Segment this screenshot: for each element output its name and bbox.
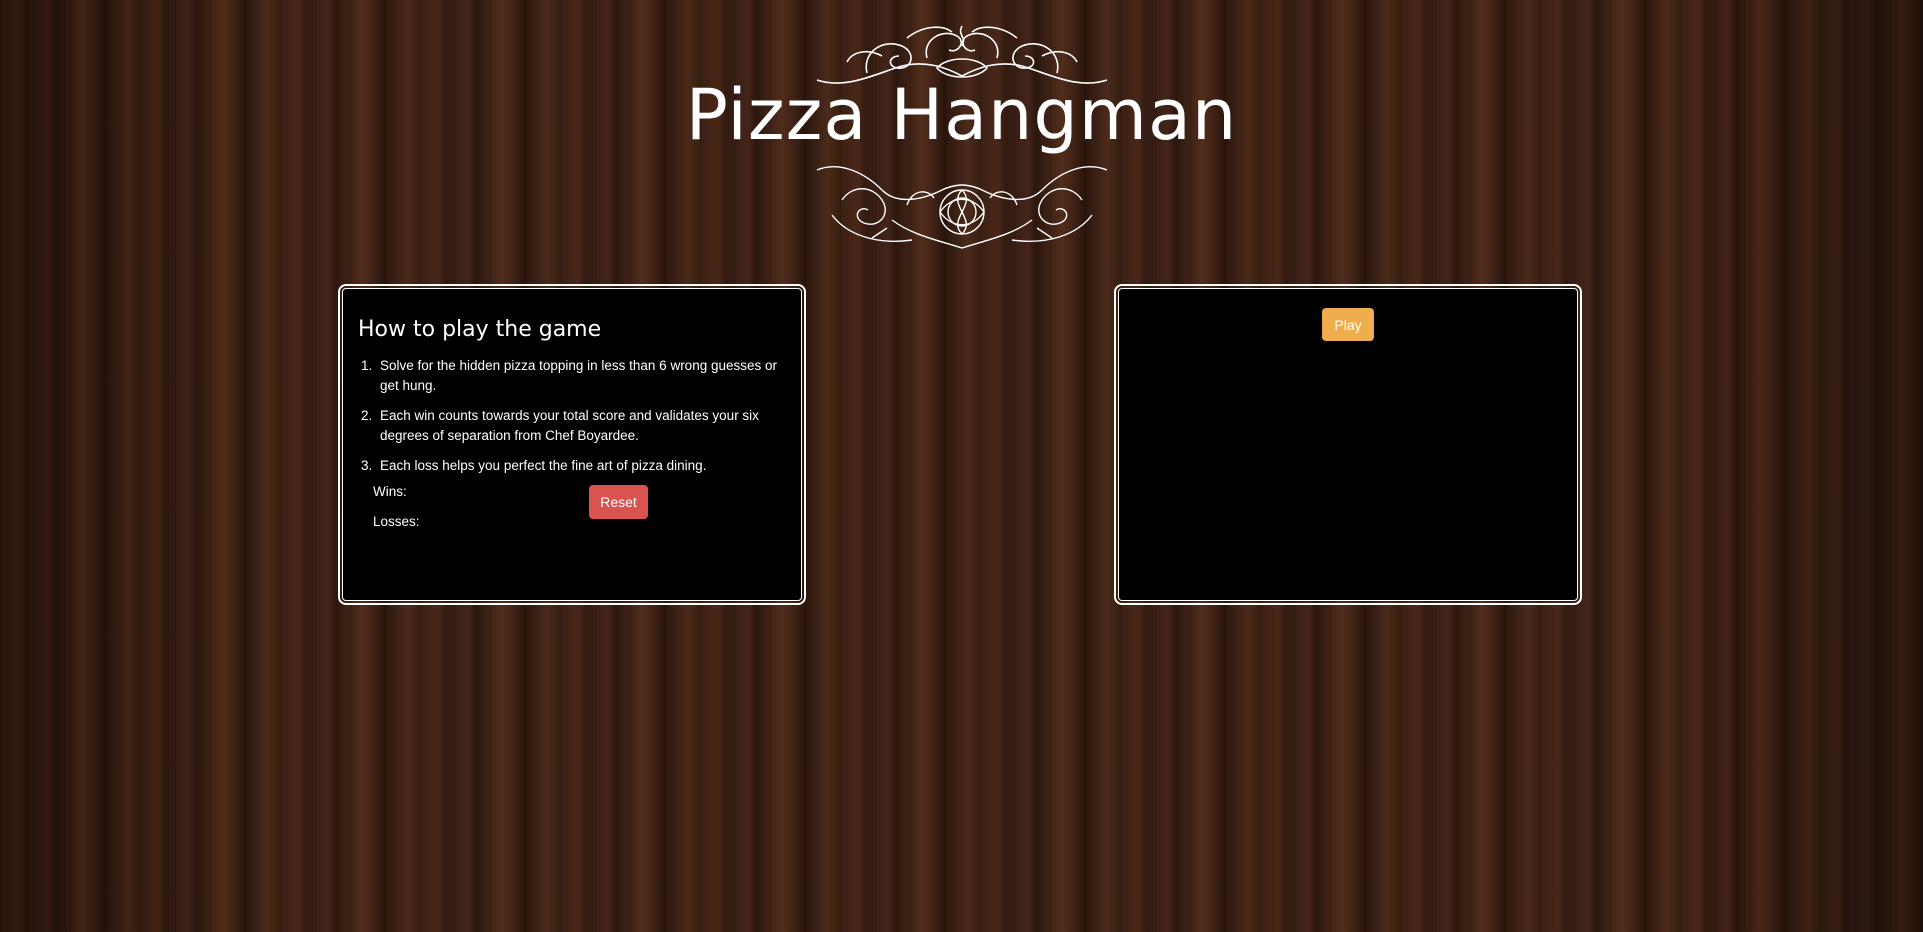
rule-item: 1. Solve for the hidden pizza topping in… xyxy=(361,356,791,396)
losses-label: Losses: xyxy=(373,514,420,529)
rule-item: 2. Each win counts towards your total sc… xyxy=(361,406,791,446)
wins-label: Wins: xyxy=(373,484,407,499)
instructions-panel: How to play the game 1. Solve for the hi… xyxy=(338,284,806,605)
reset-button[interactable]: Reset xyxy=(589,485,648,519)
rules-list: 1. Solve for the hidden pizza topping in… xyxy=(361,356,791,486)
rule-text: Each win counts towards your total score… xyxy=(380,408,759,443)
game-panel: Play xyxy=(1114,284,1582,605)
instructions-title: How to play the game xyxy=(358,317,602,342)
rule-item: 3. Each loss helps you perfect the fine … xyxy=(361,456,791,476)
page-header: Pizza Hangman xyxy=(0,18,1923,258)
rule-number: 1. xyxy=(361,358,373,373)
rule-number: 2. xyxy=(361,408,373,423)
flourish-bottom-ornament xyxy=(816,166,1107,249)
page-title: Pizza Hangman xyxy=(685,74,1238,156)
rule-text: Solve for the hidden pizza topping in le… xyxy=(380,358,777,393)
rule-text: Each loss helps you perfect the fine art… xyxy=(380,458,707,473)
play-button[interactable]: Play xyxy=(1322,308,1374,341)
rule-number: 3. xyxy=(361,458,373,473)
